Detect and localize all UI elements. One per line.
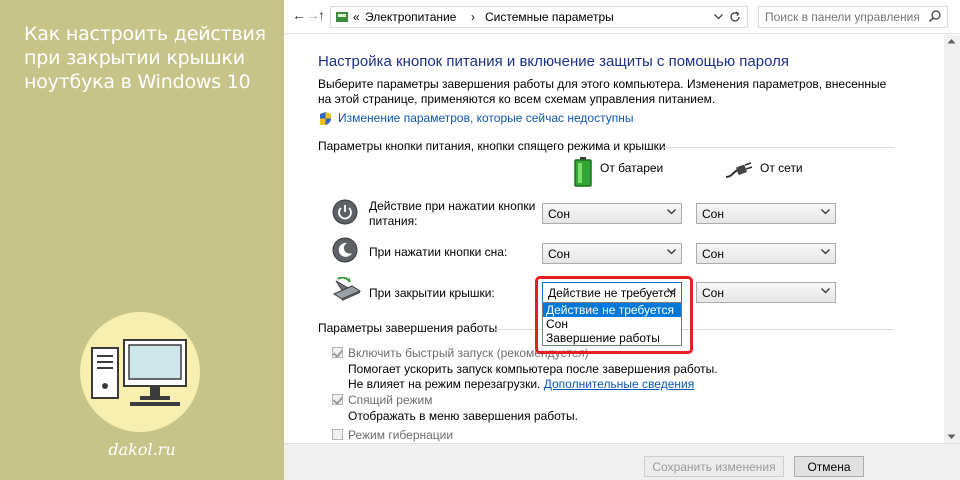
computer-icon (91, 339, 187, 406)
page-description: Выберите параметры завершения работы для… (318, 77, 887, 106)
control-panel-icon (336, 12, 348, 22)
power-button-icon (332, 199, 358, 225)
more-info-link[interactable]: Дополнительные сведения (544, 377, 694, 391)
column-on-battery: От батареи (600, 161, 664, 175)
sleep-option[interactable]: Спящий режим (332, 393, 432, 407)
article-side-panel: Как настроить действия при закрытии крыш… (0, 0, 284, 480)
battery-icon (574, 157, 592, 187)
refresh-icon[interactable] (729, 11, 741, 23)
address-box[interactable]: « Электропитание › Системные параметры (330, 6, 748, 28)
sleep-button-ac-select[interactable]: Сон (696, 243, 836, 264)
sleep-button-action-label: При нажатии кнопки сна: (369, 245, 508, 259)
shutdown-section-title: Параметры завершения работы (318, 321, 498, 335)
sleep-checkbox[interactable] (332, 394, 343, 405)
lid-close-ac-select[interactable]: Сон (696, 282, 836, 303)
chevron-down-icon (821, 209, 830, 215)
search-box[interactable] (758, 6, 948, 28)
change-unavailable-settings-link[interactable]: Изменение параметров, которые сейчас нед… (338, 111, 634, 125)
column-plugged-in: От сети (760, 161, 803, 175)
sleep-button-icon (332, 237, 358, 263)
shield-icon (320, 112, 331, 125)
back-icon[interactable]: ← (292, 7, 306, 23)
vertical-scrollbar[interactable] (944, 35, 960, 443)
select-value: Сон (702, 207, 724, 221)
settings-content: Настройка кнопок питания и включение защ… (284, 35, 944, 443)
dropdown-option-do-nothing[interactable]: Действие не требуется (543, 303, 681, 317)
laptop-lid-icon (332, 277, 362, 301)
scroll-up-icon[interactable] (947, 38, 956, 44)
select-value: Сон (548, 247, 570, 261)
article-title: Как настроить действия при закрытии крыш… (24, 23, 266, 93)
breadcrumb-separator: › (471, 10, 475, 24)
scroll-down-icon[interactable] (947, 434, 956, 440)
up-icon[interactable]: ↑ (318, 7, 325, 23)
chevron-down-icon[interactable] (714, 14, 723, 20)
page-title: Настройка кнопок питания и включение защ… (318, 53, 789, 70)
hibernate-checkbox[interactable] (332, 429, 343, 440)
select-value: Сон (702, 286, 724, 300)
dialog-footer: Сохранить изменения Отмена (284, 443, 960, 480)
search-input[interactable] (759, 7, 919, 27)
chevron-down-icon (821, 288, 830, 294)
lid-close-dropdown-list[interactable]: Действие не требуется Сон Завершение раб… (542, 302, 682, 346)
sleep-button-battery-select[interactable]: Сон (542, 243, 682, 264)
select-value: Сон (548, 207, 570, 221)
fast-startup-checkbox[interactable] (332, 347, 343, 358)
breadcrumb-overflow[interactable]: « (353, 10, 360, 24)
save-changes-button[interactable]: Сохранить изменения (644, 456, 784, 477)
brand-label: dakol.ru (108, 440, 176, 459)
breadcrumb-system-settings[interactable]: Системные параметры (485, 10, 614, 24)
select-value: Сон (702, 247, 724, 261)
search-icon[interactable] (928, 9, 942, 23)
sleep-description: Отображать в меню завершения работы. (348, 409, 579, 423)
power-button-action-label: Действие при нажатии кнопки питания: (369, 199, 536, 228)
hibernate-label: Режим гибернации (348, 428, 454, 442)
address-bar: ← → ↑ « Электропитание › Системные парам… (284, 0, 960, 34)
power-plug-icon (725, 162, 752, 178)
chevron-down-icon (667, 249, 676, 255)
power-button-battery-select[interactable]: Сон (542, 203, 682, 224)
section-divider (664, 147, 894, 148)
power-button-ac-select[interactable]: Сон (696, 203, 836, 224)
cancel-button[interactable]: Отмена (794, 456, 864, 477)
computer-illustration (80, 312, 200, 432)
hibernate-option[interactable]: Режим гибернации (332, 428, 453, 442)
control-panel-window: ← → ↑ « Электропитание › Системные парам… (284, 0, 960, 480)
chevron-down-icon (821, 249, 830, 255)
sleep-label: Спящий режим (348, 393, 433, 407)
chevron-down-icon (667, 209, 676, 215)
fast-startup-description: Помогает ускорить запуск компьютера посл… (348, 362, 728, 392)
lid-close-action-label: При закрытии крышки: (369, 286, 495, 300)
dropdown-option-sleep[interactable]: Сон (543, 317, 681, 331)
power-buttons-section-title: Параметры кнопки питания, кнопки спящего… (318, 139, 666, 153)
breadcrumb-power-options[interactable]: Электропитание (365, 10, 456, 24)
dropdown-option-shutdown[interactable]: Завершение работы (543, 331, 681, 345)
